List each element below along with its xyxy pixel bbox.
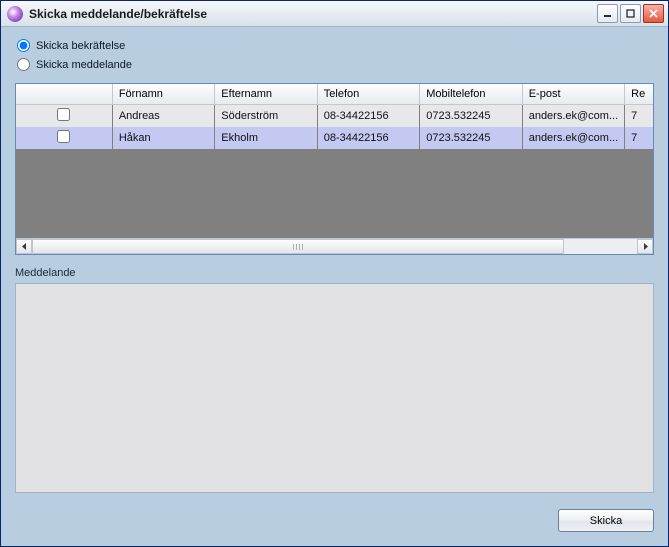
- table-row[interactable]: Andreas Söderström 08-34422156 0723.5322…: [16, 105, 653, 128]
- radio-confirmation-label[interactable]: Skicka bekräftelse: [36, 40, 125, 52]
- scroll-thumb[interactable]: [32, 239, 564, 254]
- dialog-content: Skicka bekräftelse Skicka meddelande För…: [1, 27, 668, 546]
- row-checkbox[interactable]: [57, 130, 70, 143]
- scroll-track[interactable]: [32, 239, 637, 254]
- option-send-message[interactable]: Skicka meddelande: [15, 58, 654, 71]
- dialog-window: Skicka meddelande/bekräftelse Skicka bek…: [0, 0, 669, 547]
- cell-lastname: Söderström: [215, 105, 317, 128]
- scroll-right-button[interactable]: [637, 239, 653, 254]
- scroll-left-button[interactable]: [16, 239, 32, 254]
- cell-extra: 7: [625, 127, 653, 149]
- table-row[interactable]: Håkan Ekholm 08-34422156 0723.532245 and…: [16, 127, 653, 149]
- cell-email: anders.ek@com...: [522, 105, 624, 128]
- col-email[interactable]: E-post: [522, 84, 624, 105]
- cell-mobile: 0723.532245: [420, 105, 522, 128]
- table-header-row: Förnamn Efternamn Telefon Mobiltelefon E…: [16, 84, 653, 105]
- radio-message[interactable]: [17, 58, 30, 71]
- titlebar[interactable]: Skicka meddelande/bekräftelse: [1, 1, 668, 27]
- send-button[interactable]: Skicka: [558, 509, 654, 532]
- col-check[interactable]: [16, 84, 112, 105]
- cell-email: anders.ek@com...: [522, 127, 624, 149]
- cell-lastname: Ekholm: [215, 127, 317, 149]
- minimize-button[interactable]: [597, 4, 618, 23]
- cell-phone: 08-34422156: [317, 105, 419, 128]
- window-controls: [597, 4, 664, 23]
- radio-confirmation[interactable]: [17, 39, 30, 52]
- cell-extra: 7: [625, 105, 653, 128]
- horizontal-scrollbar[interactable]: [16, 238, 653, 254]
- cell-firstname: Andreas: [112, 105, 214, 128]
- message-label: Meddelande: [15, 267, 654, 279]
- row-checkbox[interactable]: [57, 108, 70, 121]
- window-title: Skicka meddelande/bekräftelse: [29, 7, 597, 21]
- col-firstname[interactable]: Förnamn: [112, 84, 214, 105]
- cell-mobile: 0723.532245: [420, 127, 522, 149]
- cell-firstname: Håkan: [112, 127, 214, 149]
- radio-message-label[interactable]: Skicka meddelande: [36, 59, 132, 71]
- cell-phone: 08-34422156: [317, 127, 419, 149]
- recipients-grid: Förnamn Efternamn Telefon Mobiltelefon E…: [15, 83, 654, 255]
- col-lastname[interactable]: Efternamn: [215, 84, 317, 105]
- option-send-confirmation[interactable]: Skicka bekräftelse: [15, 39, 654, 52]
- col-phone[interactable]: Telefon: [317, 84, 419, 105]
- col-mobile[interactable]: Mobiltelefon: [420, 84, 522, 105]
- app-icon: [7, 6, 23, 22]
- maximize-button[interactable]: [620, 4, 641, 23]
- recipients-table: Förnamn Efternamn Telefon Mobiltelefon E…: [16, 84, 653, 149]
- dialog-actions: Skicka: [15, 509, 654, 532]
- close-button[interactable]: [643, 4, 664, 23]
- message-textarea[interactable]: [15, 283, 654, 493]
- col-extra[interactable]: Re: [625, 84, 653, 105]
